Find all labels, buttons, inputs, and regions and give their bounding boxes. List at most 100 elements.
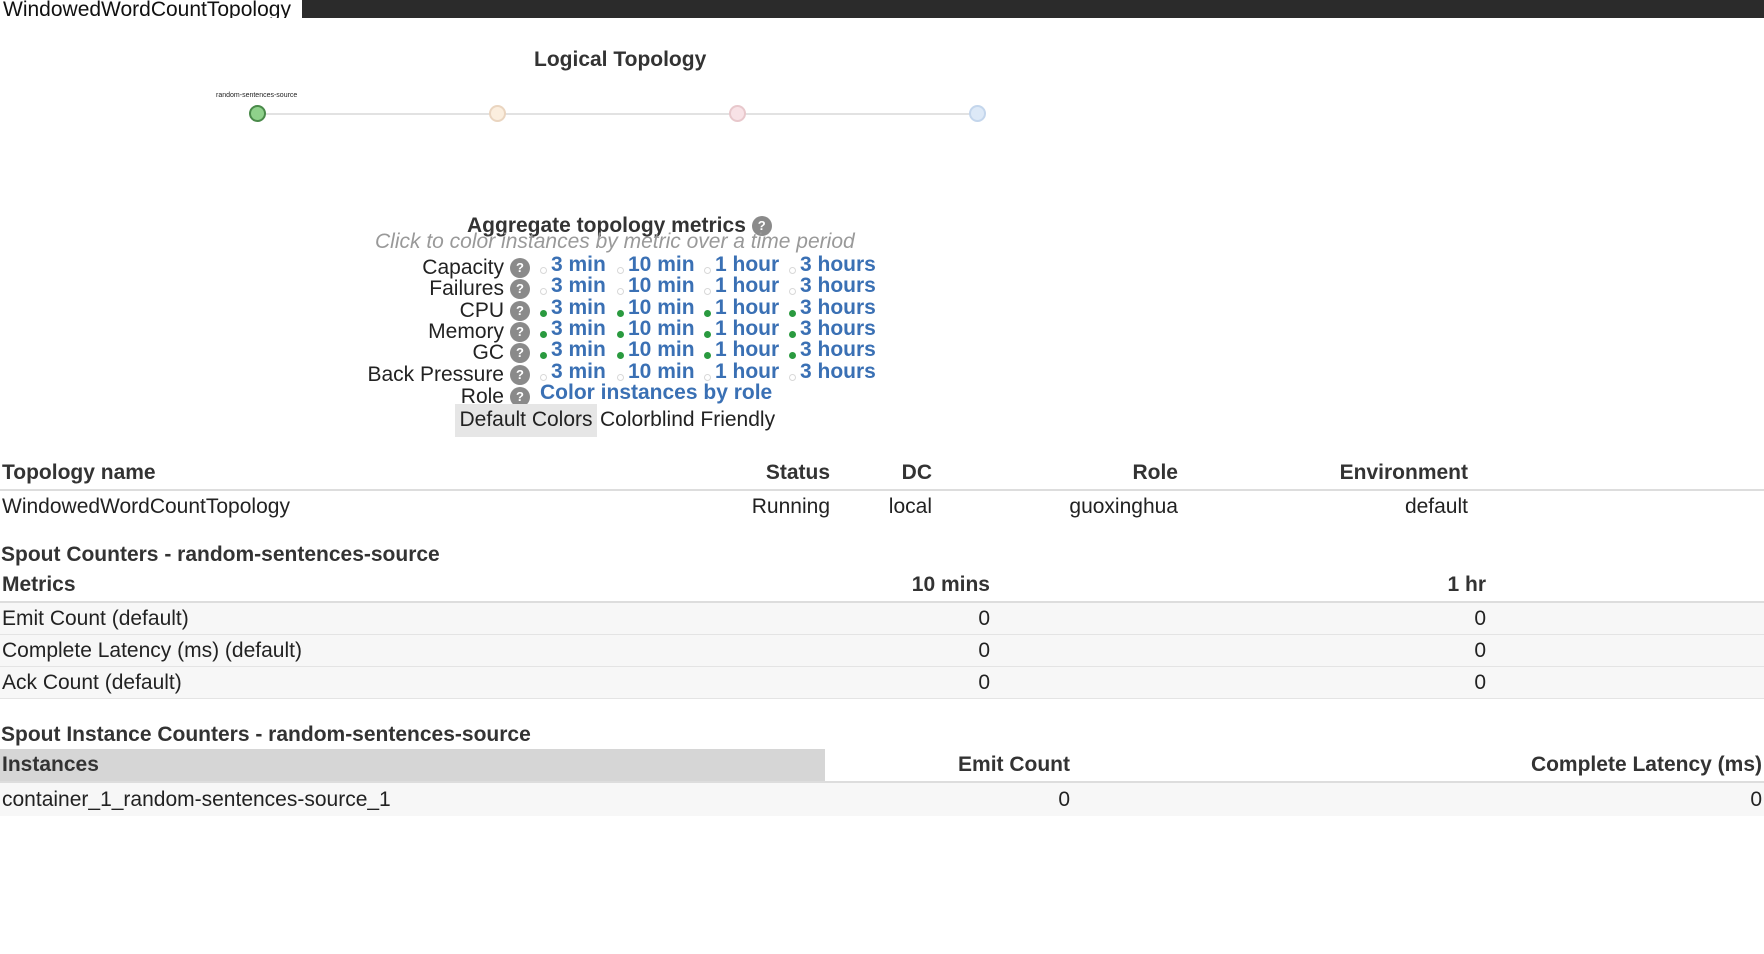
topology-edge <box>258 113 978 115</box>
header-topology-name: Topology name <box>2 461 156 484</box>
period-radio[interactable] <box>540 330 547 338</box>
table-header-row: Metrics 10 mins 1 hr <box>0 568 1764 602</box>
period-radio[interactable] <box>617 373 624 381</box>
period-link[interactable]: 3 hours <box>800 339 876 360</box>
period-link[interactable]: 1 hour <box>715 254 779 275</box>
period-link[interactable]: 1 hour <box>715 318 779 339</box>
metric-name-cell: Complete Latency (ms) (default) <box>0 634 700 667</box>
header-instances-sortable[interactable]: Instances <box>0 749 825 782</box>
colorblind-friendly-button[interactable]: Colorblind Friendly <box>600 404 775 437</box>
value-cell: 0 <box>992 666 1488 699</box>
period-radio[interactable] <box>704 309 711 317</box>
role-cell: guoxinghua <box>1069 495 1178 518</box>
period-link[interactable]: 10 min <box>628 275 695 296</box>
value-cell: 0 <box>992 634 1488 667</box>
table-row: Ack Count (default) 0 0 <box>0 666 1764 699</box>
period-radio[interactable] <box>617 288 624 296</box>
period-radio[interactable] <box>789 330 796 338</box>
period-radio[interactable] <box>540 288 547 296</box>
spacer-cell <box>1488 666 1764 699</box>
period-radio[interactable] <box>789 309 796 317</box>
help-icon[interactable]: ? <box>510 343 530 364</box>
period-link[interactable]: 3 hours <box>800 297 876 318</box>
period-radio[interactable] <box>540 352 547 360</box>
period-link[interactable]: 10 min <box>628 297 695 318</box>
help-icon[interactable]: ? <box>510 279 530 300</box>
period-link[interactable]: 1 hour <box>715 297 779 318</box>
period-radio[interactable] <box>704 288 711 296</box>
topology-node-3[interactable] <box>729 105 746 122</box>
period-radio[interactable] <box>789 288 796 296</box>
status-cell: Running <box>751 495 830 518</box>
period-link[interactable]: 3 min <box>551 297 606 318</box>
period-radio[interactable] <box>540 309 547 317</box>
help-icon[interactable]: ? <box>510 364 530 385</box>
help-icon[interactable]: ? <box>510 321 530 342</box>
instance-counters-title: Spout Instance Counters - random-sentenc… <box>1 723 531 746</box>
period-link[interactable]: 10 min <box>628 254 695 275</box>
period-link[interactable]: 3 min <box>551 339 606 360</box>
period-radio[interactable] <box>617 352 624 360</box>
node-label-random-sentences-source: random-sentences-source <box>216 92 298 99</box>
header-10-mins: 10 mins <box>911 572 990 596</box>
period-link[interactable]: 3 min <box>551 254 606 275</box>
period-link[interactable]: 3 min <box>551 275 606 296</box>
period-radio[interactable] <box>704 330 711 338</box>
logical-topology-title: Logical Topology <box>534 48 707 71</box>
period-link[interactable]: 3 min <box>551 361 606 382</box>
spout-counters-title: Spout Counters - random-sentences-source <box>1 543 440 566</box>
header-spacer <box>1488 568 1764 602</box>
table-row: WindowedWordCountTopology Running local … <box>0 490 1764 523</box>
table-row: container_1_random-sentences-source_1 0 … <box>0 782 1764 816</box>
metric-label: Back Pressure <box>367 362 504 386</box>
default-colors-button[interactable]: Default Colors <box>455 404 597 437</box>
period-link[interactable]: 1 hour <box>715 361 779 382</box>
dc-cell: local <box>888 495 932 518</box>
period-link[interactable]: 10 min <box>628 318 695 339</box>
header-spacer <box>1470 457 1764 490</box>
period-radio[interactable] <box>617 267 624 274</box>
period-link[interactable]: 3 hours <box>800 318 876 339</box>
topology-node-2[interactable] <box>489 105 506 122</box>
spacer-cell <box>1488 634 1764 667</box>
period-link[interactable]: 10 min <box>628 361 695 382</box>
period-radio[interactable] <box>704 267 711 274</box>
header-status: Status <box>765 461 830 484</box>
metric-name-cell: Emit Count (default) <box>0 602 700 635</box>
period-link[interactable]: 3 hours <box>800 275 876 296</box>
period-radio[interactable] <box>540 373 547 381</box>
help-icon[interactable]: ? <box>510 300 530 321</box>
period-link[interactable]: 10 min <box>628 339 695 360</box>
window-title: WindowedWordCountTopology <box>0 0 297 18</box>
aggregate-metrics-subtitle: Click to color instances by metric over … <box>375 230 855 253</box>
spacer-cell <box>1470 490 1764 523</box>
period-link[interactable]: 1 hour <box>715 275 779 296</box>
topology-node-4[interactable] <box>969 105 986 122</box>
period-radio[interactable] <box>540 267 547 274</box>
period-radio[interactable] <box>617 330 624 338</box>
period-radio[interactable] <box>789 267 796 274</box>
period-link[interactable]: 3 hours <box>800 254 876 275</box>
period-radio[interactable] <box>789 373 796 381</box>
value-cell: 0 <box>700 634 992 667</box>
help-icon[interactable]: ? <box>510 258 530 278</box>
header-emit-count[interactable]: Emit Count <box>825 749 1072 782</box>
value-cell: 0 <box>700 602 992 635</box>
period-radio[interactable] <box>704 352 711 360</box>
period-radio[interactable] <box>704 373 711 381</box>
instance-counters-table: Instances Emit Count Complete Latency (m… <box>0 749 1764 816</box>
color-by-role-link[interactable]: Color instances by role <box>540 381 772 405</box>
header-1-hr: 1 hr <box>1447 572 1486 596</box>
header-metrics: Metrics <box>2 572 76 596</box>
period-radio[interactable] <box>789 352 796 360</box>
period-link[interactable]: 3 hours <box>800 361 876 382</box>
header-role: Role <box>1132 461 1178 484</box>
emit-count-cell: 0 <box>825 782 1072 816</box>
period-link[interactable]: 3 min <box>551 318 606 339</box>
topology-node-spout[interactable] <box>249 105 266 122</box>
period-radio[interactable] <box>617 309 624 317</box>
instance-name-cell[interactable]: container_1_random-sentences-source_1 <box>0 782 825 816</box>
table-header-row: Instances Emit Count Complete Latency (m… <box>0 749 1764 782</box>
period-link[interactable]: 1 hour <box>715 339 779 360</box>
header-complete-latency[interactable]: Complete Latency (ms) <box>1072 749 1764 782</box>
